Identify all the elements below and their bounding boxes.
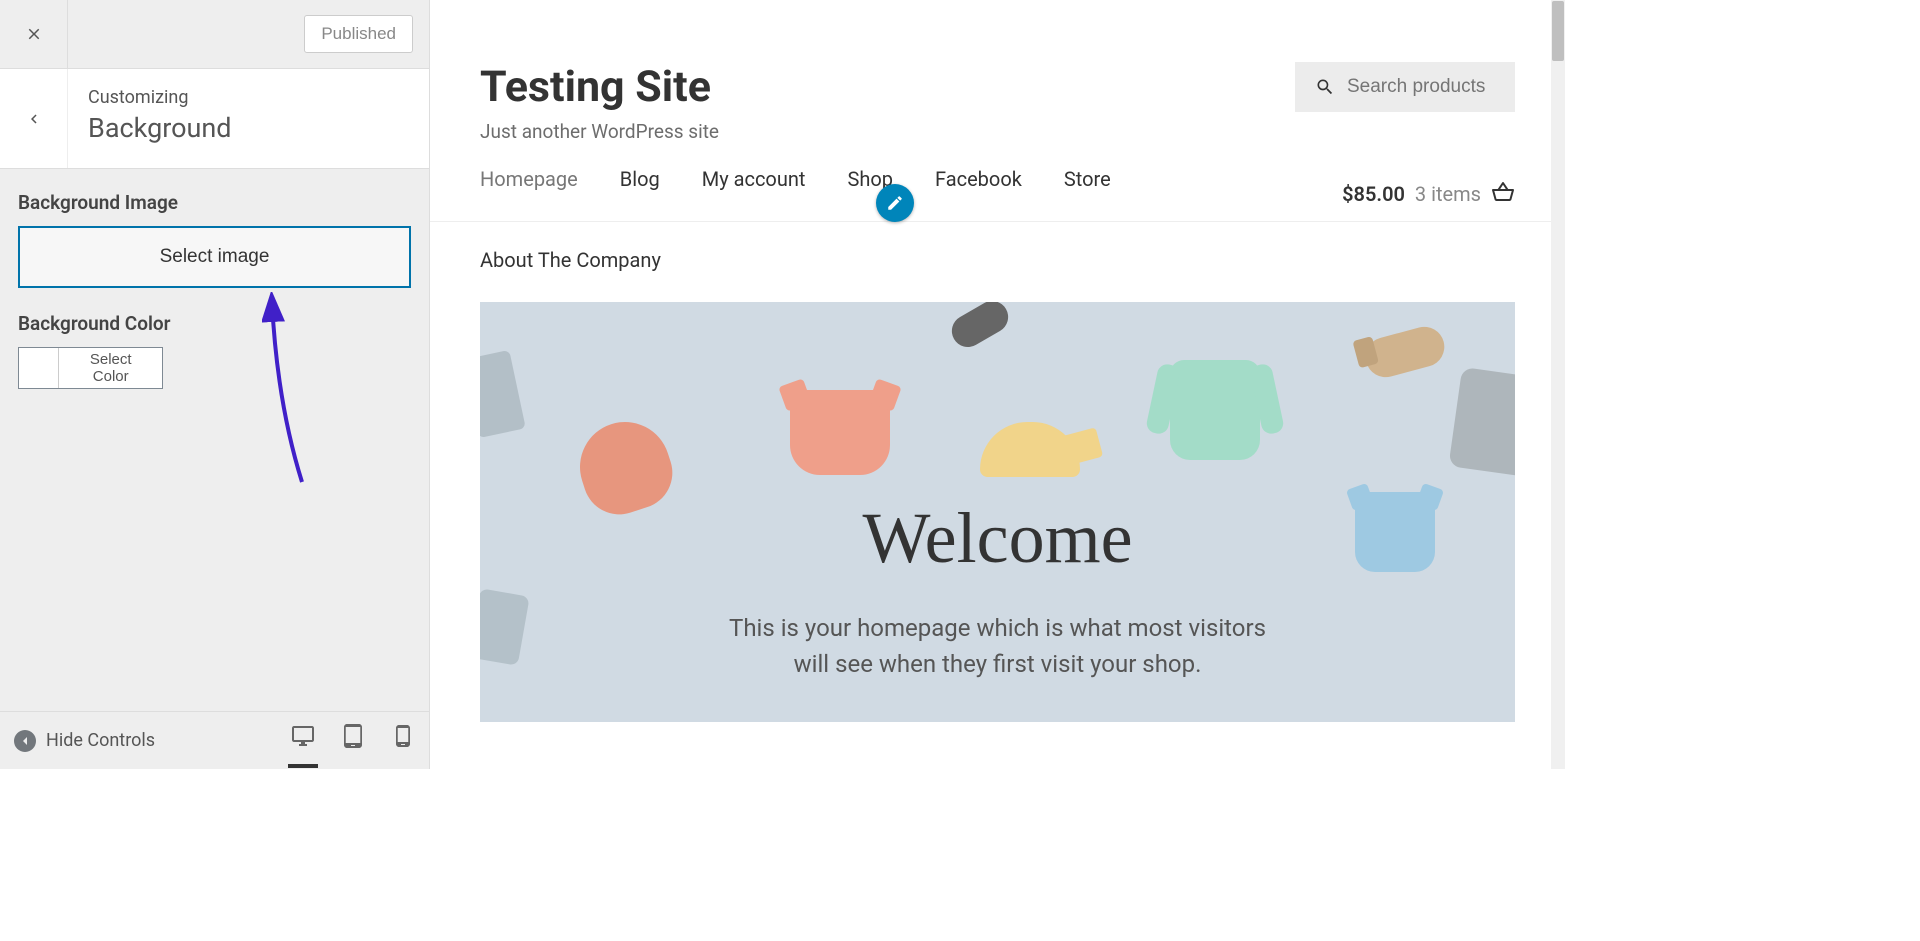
chevron-left-icon xyxy=(25,107,43,131)
device-mobile-button[interactable] xyxy=(391,724,415,758)
device-tablet-button[interactable] xyxy=(341,724,365,758)
select-color-button[interactable]: Select Color xyxy=(59,348,162,388)
product-doodle xyxy=(946,302,1014,353)
cart-count: 3 items xyxy=(1415,182,1481,206)
bg-color-label: Background Color xyxy=(18,312,411,335)
product-doodle xyxy=(790,390,890,475)
section-title: Background xyxy=(88,112,232,144)
device-desktop-button[interactable] xyxy=(291,724,315,758)
site-header: Testing Site Just another WordPress site xyxy=(430,0,1565,143)
publish-status-button[interactable]: Published xyxy=(304,15,413,53)
tablet-icon xyxy=(341,724,365,748)
product-doodle xyxy=(980,422,1080,477)
primary-nav: Homepage Blog My account Shop Facebook S… xyxy=(430,143,1565,222)
product-doodle xyxy=(1448,367,1515,477)
nav-item-about[interactable]: About The Company xyxy=(430,222,1565,302)
back-button[interactable] xyxy=(0,69,68,168)
mobile-icon xyxy=(391,724,415,748)
color-picker[interactable]: Select Color xyxy=(18,347,163,389)
hide-controls-label: Hide Controls xyxy=(46,730,155,751)
section-header: Customizing Background xyxy=(0,69,429,169)
search-box[interactable] xyxy=(1295,62,1515,112)
nav-item-homepage[interactable]: Homepage xyxy=(480,167,578,221)
site-preview: Testing Site Just another WordPress site… xyxy=(430,0,1565,769)
nav-item-facebook[interactable]: Facebook xyxy=(935,167,1022,221)
product-doodle xyxy=(480,350,526,438)
nav-item-blog[interactable]: Blog xyxy=(620,167,660,221)
bg-image-label: Background Image xyxy=(18,191,411,214)
product-doodle xyxy=(1361,322,1449,381)
nav-item-my-account[interactable]: My account xyxy=(702,167,806,221)
scrollbar-track[interactable] xyxy=(1551,0,1565,769)
site-title[interactable]: Testing Site xyxy=(480,62,719,112)
search-icon xyxy=(1315,77,1335,97)
basket-icon xyxy=(1491,180,1515,209)
color-swatch[interactable] xyxy=(19,348,59,388)
search-input[interactable] xyxy=(1347,76,1495,98)
hero-text: This is your homepage which is what most… xyxy=(480,610,1515,682)
edit-shortcut-button[interactable] xyxy=(876,184,914,222)
collapse-icon xyxy=(14,730,36,752)
hero-banner: Welcome This is your homepage which is w… xyxy=(480,302,1515,722)
site-tagline: Just another WordPress site xyxy=(480,120,719,143)
sidebar-footer: Hide Controls xyxy=(0,711,429,769)
nav-item-store[interactable]: Store xyxy=(1064,167,1111,221)
controls-area: Background Image Select image Background… xyxy=(0,169,429,411)
product-doodle xyxy=(1355,492,1435,572)
customizer-sidebar: Published Customizing Background Backgro… xyxy=(0,0,430,769)
cart-price: $85.00 xyxy=(1342,182,1405,206)
hide-controls-button[interactable]: Hide Controls xyxy=(14,730,155,752)
scrollbar-thumb[interactable] xyxy=(1552,1,1564,61)
select-image-button[interactable]: Select image xyxy=(18,226,411,288)
close-customizer-button[interactable] xyxy=(0,0,68,69)
desktop-icon xyxy=(291,724,315,748)
cart-link[interactable]: $85.00 3 items xyxy=(1342,180,1515,209)
sidebar-top-bar: Published xyxy=(0,0,429,69)
product-doodle xyxy=(1170,360,1260,460)
pencil-icon xyxy=(886,194,904,212)
close-icon xyxy=(25,25,43,43)
customizing-label: Customizing xyxy=(88,87,232,108)
